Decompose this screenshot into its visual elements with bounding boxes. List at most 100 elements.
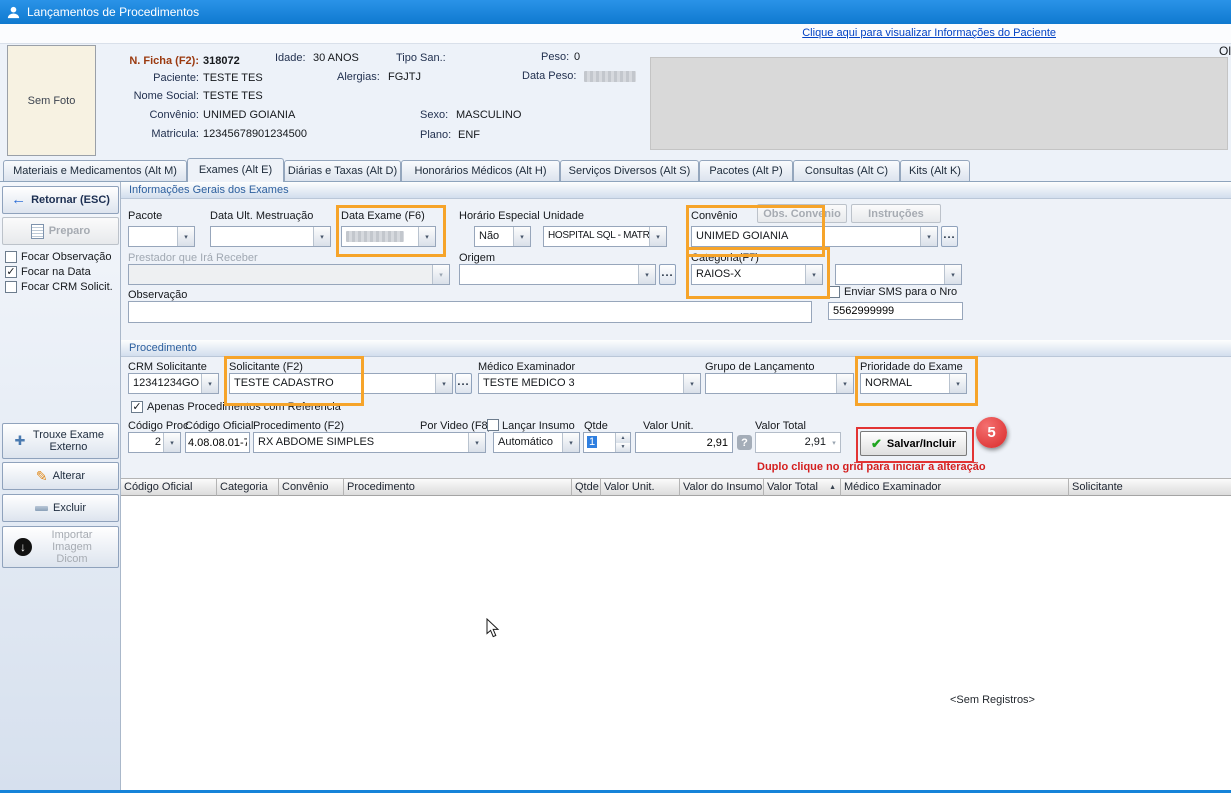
instrucoes-button[interactable]: Instruções — [851, 204, 941, 223]
grid-col-medico-examinador[interactable]: Médico Examinador — [841, 478, 1069, 496]
sms-numero-input[interactable] — [828, 302, 963, 320]
categoria-select[interactable]: RAIOS-X▾ — [691, 264, 823, 285]
trouxe-exame-externo-button[interactable]: ✚ Trouxe Exame Externo — [2, 423, 119, 459]
importar-imagem-dicom-button[interactable]: ↓ Importar Imagem Dicom — [2, 526, 119, 568]
alterar-button[interactable]: ✎ Alterar — [2, 462, 119, 490]
tab-pacotes[interactable]: Pacotes (Alt P) — [699, 160, 793, 181]
grid-col-codigo-oficial[interactable]: Código Oficial — [121, 478, 217, 496]
retornar-button[interactable]: ← Retornar (ESC) — [2, 186, 119, 214]
convenio-browse-button[interactable]: ... — [941, 226, 958, 247]
grid-col-valor-insumo[interactable]: Valor do Insumo — [680, 478, 764, 496]
preparo-button[interactable]: Preparo — [2, 217, 119, 245]
alterar-label: Alterar — [53, 470, 85, 482]
ellipsis-icon: ... — [661, 267, 673, 283]
data-exame-select[interactable]: ▾ — [341, 226, 436, 247]
grid-col-categoria[interactable]: Categoria — [217, 478, 279, 496]
focar-na-data-checkbox[interactable]: ✓ Focar na Data — [5, 266, 91, 278]
grid-col-solicitante[interactable]: Solicitante — [1069, 478, 1231, 496]
origem-browse-button[interactable]: ... — [659, 264, 676, 285]
ellipsis-icon: ... — [943, 229, 955, 245]
patient-photo-placeholder: Sem Foto — [7, 45, 96, 156]
pacote-label: Pacote — [128, 210, 162, 223]
chevron-down-icon: ▾ — [432, 265, 449, 284]
tab-exames[interactable]: Exames (Alt E) — [187, 158, 284, 182]
grid-col-qtde[interactable]: Qtde — [572, 478, 601, 496]
retornar-label: Retornar (ESC) — [31, 194, 110, 206]
focar-crm-solicit-checkbox[interactable]: Focar CRM Solicit. — [5, 281, 113, 293]
focar-observacao-label: Focar Observação — [21, 251, 111, 263]
procedimento-f2-select[interactable]: RX ABDOME SIMPLES▾ — [253, 432, 486, 453]
por-video-label: Por Video (F8) — [420, 420, 491, 433]
grid-col-convenio[interactable]: Convênio — [279, 478, 344, 496]
spinner-down-icon[interactable]: ▼ — [616, 443, 630, 453]
alergias-label: Alergias: — [337, 71, 380, 84]
chevron-down-icon: ▾ — [949, 374, 966, 393]
grupo-lancamento-select[interactable]: ▾ — [705, 373, 854, 394]
categoria-secondary-select[interactable]: ▾ — [835, 264, 962, 285]
prioridade-exame-select[interactable]: NORMAL▾ — [860, 373, 967, 394]
data-peso-redacted-value — [584, 71, 636, 82]
chevron-down-icon: ▾ — [638, 265, 655, 284]
por-video-checkbox[interactable] — [487, 419, 499, 431]
tab-kits[interactable]: Kits (Alt K) — [900, 160, 970, 181]
save-check-icon: ✔ — [871, 438, 882, 450]
data-ult-mestruacao-label: Data Ult. Mestruação — [210, 210, 313, 223]
grid-col-valor-unit[interactable]: Valor Unit. — [601, 478, 680, 496]
codigo-proc-select[interactable]: 2▾ — [128, 432, 181, 453]
tab-materiais-e-medicamentos[interactable]: Materiais e Medicamentos (Alt M) — [3, 160, 187, 181]
tab-diarias-e-taxas[interactable]: Diárias e Taxas (Alt D) — [284, 160, 401, 181]
origem-select[interactable]: ▾ — [459, 264, 656, 285]
enviar-sms-checkbox[interactable]: Enviar SMS para o Nro — [828, 286, 957, 298]
crm-solicitante-select[interactable]: 12341234GO▾ — [128, 373, 219, 394]
solicitante-select[interactable]: TESTE CADASTRO▾ — [229, 373, 453, 394]
paciente-value: TESTE TES — [203, 72, 263, 85]
horario-especial-select[interactable]: Não▾ — [474, 226, 531, 247]
sexo-label: Sexo: — [420, 109, 448, 122]
focar-observacao-checkbox[interactable]: Focar Observação — [5, 251, 111, 263]
chevron-down-icon: ▾ — [562, 433, 579, 452]
back-arrow-icon: ← — [11, 194, 26, 206]
sort-asc-icon: ▲ — [829, 484, 836, 491]
tab-honorarios-medicos[interactable]: Honorários Médicos (Alt H) — [401, 160, 560, 181]
prestador-select: ▾ — [128, 264, 450, 285]
ellipsis-icon: ... — [457, 376, 469, 392]
pacote-select[interactable]: ▾ — [128, 226, 195, 247]
lancar-insumo-select[interactable]: Automático▾ — [493, 432, 580, 453]
obs-convenio-button[interactable]: Obs. Convenio — [757, 204, 847, 223]
apenas-referencia-checkbox[interactable]: ✓ Apenas Procedimentos com Referencia — [131, 401, 341, 413]
idade-label: Idade: — [275, 52, 306, 65]
codigo-oficial-input[interactable] — [185, 432, 250, 453]
chevron-down-icon: ▾ — [435, 374, 452, 393]
excluir-button[interactable]: Excluir — [2, 494, 119, 522]
mouse-cursor — [486, 618, 500, 638]
grid-col-valor-total[interactable]: Valor Total ▲ — [764, 478, 841, 496]
chevron-down-icon: ▾ — [649, 227, 666, 246]
chevron-down-icon: ▾ — [177, 227, 194, 246]
patient-info-link[interactable]: Clique aqui para visualizar Informações … — [802, 27, 1056, 39]
spinner-up-icon[interactable]: ▲ — [616, 433, 630, 443]
tab-bar: Materiais e Medicamentos (Alt M) Exames … — [3, 157, 970, 182]
qtde-stepper[interactable]: 1 ▲ ▼ — [583, 432, 631, 453]
observacao-input[interactable] — [128, 301, 812, 323]
valor-unit-input[interactable] — [635, 432, 733, 453]
matricula-label: Matricula: — [96, 128, 199, 141]
chevron-down-icon: ▾ — [418, 227, 435, 246]
sexo-value: MASCULINO — [456, 109, 521, 122]
medico-examinador-select[interactable]: TESTE MEDICO 3▾ — [478, 373, 701, 394]
exames-section-header: Informações Gerais dos Exames — [121, 182, 1231, 199]
chevron-down-icon: ▾ — [828, 433, 840, 452]
tab-consultas[interactable]: Consultas (Alt C) — [793, 160, 900, 181]
grid-col-procedimento[interactable]: Procedimento — [344, 478, 572, 496]
checkbox-box — [487, 419, 499, 431]
procedimentos-grid[interactable] — [121, 496, 1231, 790]
ficha-label: N. Ficha (F2): — [96, 55, 199, 68]
data-ult-mestruacao-select[interactable]: ▾ — [210, 226, 331, 247]
help-icon[interactable]: ? — [737, 435, 752, 450]
enviar-sms-label: Enviar SMS para o Nro — [844, 286, 957, 298]
tab-servicos-diversos[interactable]: Serviços Diversos (Alt S) — [560, 160, 699, 181]
solicitante-browse-button[interactable]: ... — [455, 373, 472, 394]
convenio-select[interactable]: UNIMED GOIANIA▾ — [691, 226, 938, 247]
chevron-down-icon: ▾ — [944, 265, 961, 284]
salvar-incluir-button[interactable]: ✔ Salvar/Incluir — [860, 431, 967, 456]
unidade-select[interactable]: HOSPITAL SQL - MATRIZ▾ — [543, 226, 667, 247]
